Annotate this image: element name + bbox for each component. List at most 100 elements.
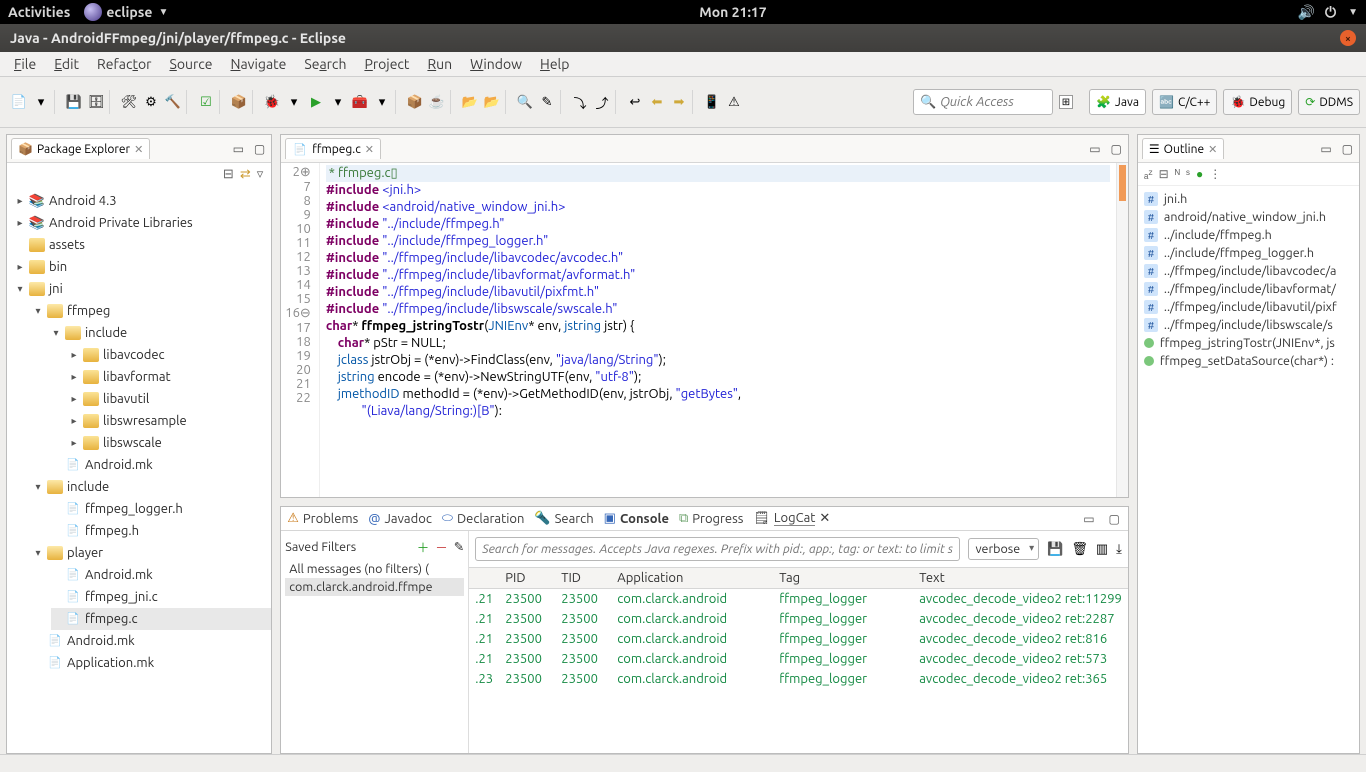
power-icon[interactable]: ⏻: [1325, 4, 1336, 21]
tab-declaration[interactable]: ⬭Declaration: [442, 511, 525, 526]
new-package-button[interactable]: 📦: [406, 93, 424, 111]
outline-list[interactable]: #jni.h#android/native_window_jni.h #../in…: [1138, 186, 1359, 374]
table-row[interactable]: .212350023500com.clarck.androidffmpeg_lo…: [469, 629, 1128, 649]
menu-file[interactable]: File: [6, 54, 44, 74]
scroll-lock-button[interactable]: ⤓: [1116, 542, 1122, 557]
tab-progress[interactable]: ⧉Progress: [679, 511, 743, 526]
open-type-button[interactable]: 📂: [461, 93, 479, 111]
tree-item[interactable]: libavutil: [103, 388, 149, 410]
menu-run[interactable]: Run: [419, 54, 460, 74]
hide-nonpublic-button[interactable]: ˢ: [1186, 167, 1190, 181]
tab-javadoc[interactable]: @Javadoc: [368, 512, 432, 526]
edit-filter-button[interactable]: ✎: [454, 539, 464, 554]
col-application[interactable]: Application: [611, 568, 773, 588]
logcat-search-input[interactable]: [475, 537, 960, 561]
perspective-cpp[interactable]: 🔤C/C++: [1152, 89, 1217, 115]
view-menu-button[interactable]: ▿: [257, 167, 264, 182]
logcat-table[interactable]: PID TID Application Tag Text .2123500235…: [469, 567, 1128, 753]
menu-refactor[interactable]: Refactor: [89, 54, 159, 74]
menu-source[interactable]: Source: [161, 54, 220, 74]
tree-item[interactable]: include: [85, 322, 127, 344]
outline-item[interactable]: #jni.h: [1138, 190, 1359, 208]
debug-dropdown[interactable]: ▾: [285, 93, 303, 111]
build-all-button[interactable]: ⚙: [142, 93, 160, 111]
add-filter-button[interactable]: ＋: [417, 537, 430, 556]
save-all-button[interactable]: 🗄: [87, 93, 105, 111]
tree-item[interactable]: include: [67, 476, 109, 498]
outline-item[interactable]: #../include/ffmpeg_logger.h: [1138, 244, 1359, 262]
line-gutter[interactable]: 2⊕78910111213141516⊖171819202122: [281, 163, 320, 497]
perspective-ddms[interactable]: ⟳DDMS: [1298, 89, 1360, 115]
tab-console[interactable]: ▣Console: [604, 511, 669, 526]
outline-item[interactable]: #../ffmpeg/include/libavutil/pixf: [1138, 298, 1359, 316]
tree-item[interactable]: Android 4.3: [49, 190, 117, 212]
overview-ruler[interactable]: [1116, 163, 1128, 497]
col-tag[interactable]: Tag: [773, 568, 913, 588]
link-editor-button[interactable]: ⇄: [240, 167, 251, 182]
menu-project[interactable]: Project: [356, 54, 417, 74]
maximize-view-button[interactable]: ▢: [1109, 142, 1124, 156]
clear-log-button[interactable]: 🗑: [1071, 542, 1088, 557]
build-project-button[interactable]: 🛠: [120, 93, 138, 111]
tab-logcat[interactable]: 🗒LogCat ✕: [753, 511, 830, 526]
outline-item[interactable]: ffmpeg_jstringTostr(JNIEnv*, js: [1138, 334, 1359, 352]
close-icon[interactable]: ✕: [365, 143, 374, 156]
minimize-view-button[interactable]: ▭: [1318, 142, 1333, 156]
tree-item[interactable]: Android Private Libraries: [49, 212, 193, 234]
open-perspective-button[interactable]: ⊞: [1059, 95, 1073, 109]
next-annotation-button[interactable]: ⤵: [571, 93, 589, 111]
maximize-view-button[interactable]: ▢: [252, 142, 267, 156]
close-icon[interactable]: ✕: [1208, 143, 1217, 156]
editor-tab[interactable]: 📄 ffmpeg.c ✕: [285, 138, 381, 159]
editor-area[interactable]: 2⊕78910111213141516⊖171819202122 * ffmpe…: [281, 163, 1128, 497]
menu-search[interactable]: Search: [296, 54, 354, 74]
sort-button[interactable]: ₐᶻ: [1144, 167, 1153, 181]
system-menu-caret[interactable]: ▼: [1348, 6, 1358, 18]
volume-icon[interactable]: 🔊: [1298, 4, 1315, 21]
minimize-view-button[interactable]: ▭: [231, 142, 246, 156]
back-button[interactable]: ⬅: [648, 93, 666, 111]
outline-item[interactable]: #../ffmpeg/include/libavformat/: [1138, 280, 1359, 298]
tree-item[interactable]: libswscale: [103, 432, 162, 454]
filter-item-all[interactable]: All messages (no filters) (: [285, 560, 464, 578]
display-filters-button[interactable]: ▥: [1096, 542, 1108, 557]
close-icon[interactable]: ✕: [134, 143, 143, 156]
lint-button[interactable]: ⚠: [725, 93, 743, 111]
tree-item[interactable]: libavcodec: [103, 344, 165, 366]
collapse-all-button[interactable]: ⊟: [223, 167, 234, 182]
outline-item[interactable]: ffmpeg_setDataSource(char*) :: [1138, 352, 1359, 370]
window-close-button[interactable]: ×: [1340, 30, 1356, 46]
tree-item[interactable]: bin: [49, 256, 67, 278]
filter-item-selected[interactable]: com.clarck.android.ffmpe: [285, 578, 464, 596]
tree-item[interactable]: ffmpeg_logger.h: [85, 498, 183, 520]
search-button[interactable]: 🔍: [516, 93, 534, 111]
outline-item[interactable]: #../ffmpeg/include/libswscale/s: [1138, 316, 1359, 334]
tree-item[interactable]: ffmpeg: [67, 300, 110, 322]
minimize-view-button[interactable]: ▭: [1087, 142, 1102, 156]
col-pid[interactable]: PID: [499, 568, 555, 588]
table-row[interactable]: .212350023500com.clarck.androidffmpeg_lo…: [469, 609, 1128, 629]
col-time[interactable]: [469, 568, 499, 588]
run-button[interactable]: ▶: [307, 93, 325, 111]
col-tid[interactable]: TID: [555, 568, 611, 588]
minimize-view-button[interactable]: ▭: [1081, 512, 1096, 526]
tree-item[interactable]: ffmpeg.c: [85, 608, 138, 630]
group-includes-button[interactable]: ⋮: [1209, 167, 1221, 181]
tree-item[interactable]: libswresample: [103, 410, 187, 432]
new-class-button[interactable]: 📦: [230, 93, 248, 111]
outline-item[interactable]: #android/native_window_jni.h: [1138, 208, 1359, 226]
new-button[interactable]: 📄: [10, 93, 28, 111]
app-indicator[interactable]: eclipse▼: [84, 3, 168, 21]
run-dropdown[interactable]: ▾: [329, 93, 347, 111]
tree-item[interactable]: jni: [49, 278, 63, 300]
maximize-view-button[interactable]: ▢: [1340, 142, 1355, 156]
external-tools-dropdown[interactable]: ▾: [373, 93, 391, 111]
code-area[interactable]: * ffmpeg.c▯#include <jni.h>#include <and…: [320, 163, 1116, 497]
remove-filter-button[interactable]: －: [435, 537, 448, 556]
col-text[interactable]: Text: [913, 568, 1128, 588]
save-button[interactable]: 💾: [65, 93, 83, 111]
tree-item[interactable]: Application.mk: [67, 652, 154, 674]
table-row[interactable]: .232350023500com.clarck.androidffmpeg_lo…: [469, 669, 1128, 689]
package-explorer-tab[interactable]: 📦 Package Explorer ✕: [11, 138, 150, 159]
debug-button[interactable]: 🐞: [263, 93, 281, 111]
